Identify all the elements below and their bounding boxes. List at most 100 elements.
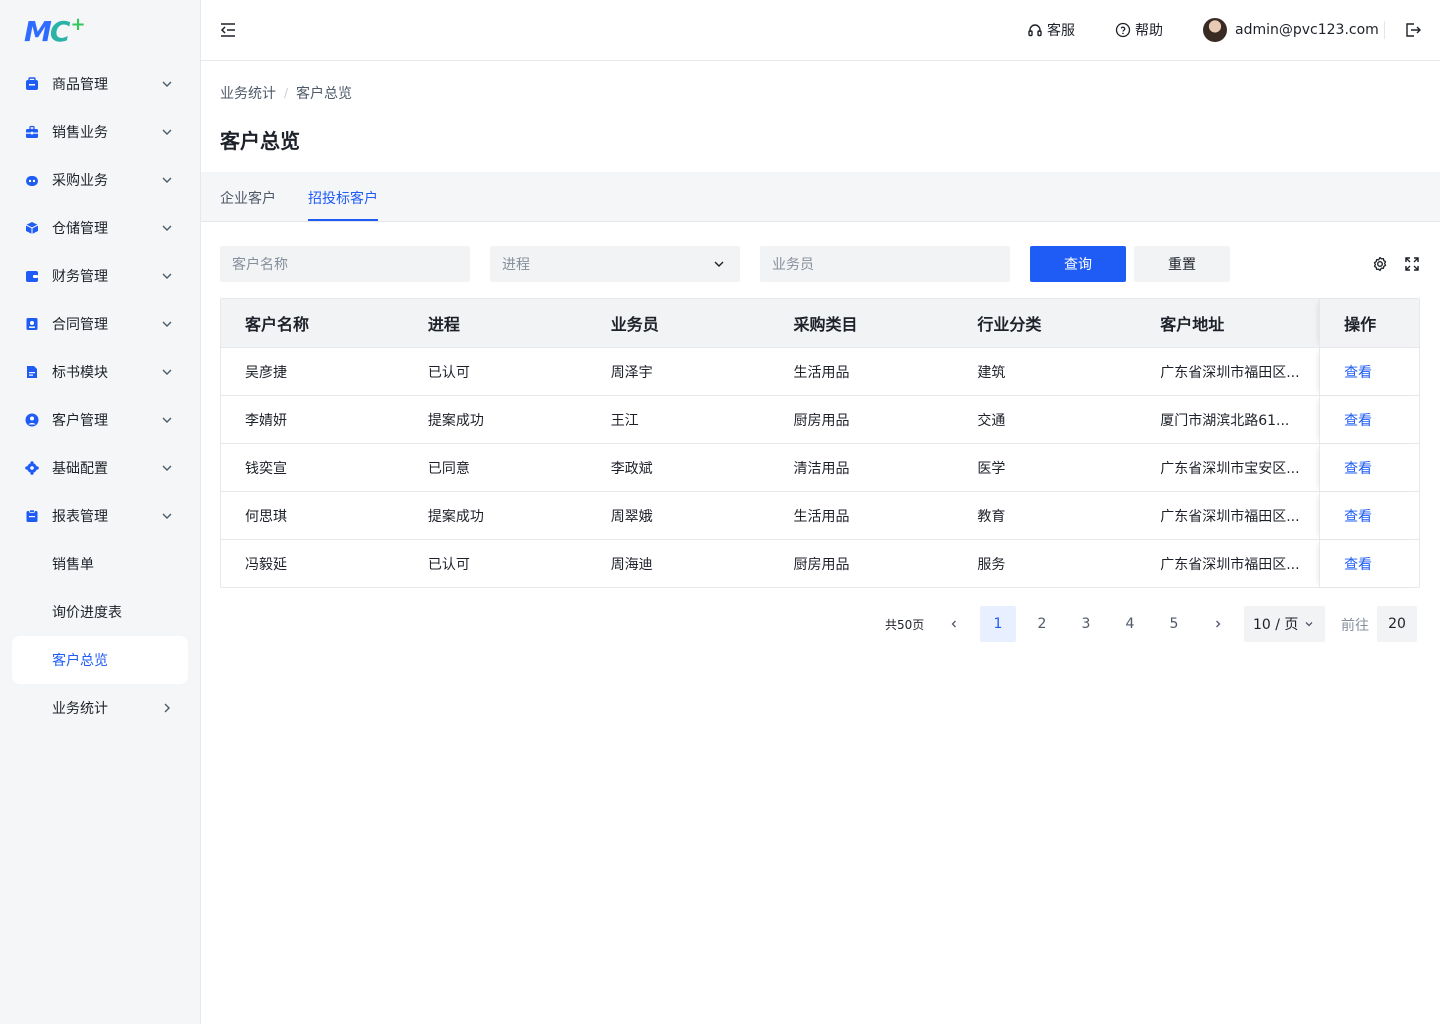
- customer-table: 客户名称 进程 业务员 采购类目 行业分类 客户地址 操作 吴彦捷 已认可 周泽…: [220, 298, 1420, 588]
- column-header: 操作: [1319, 299, 1419, 347]
- view-link[interactable]: 查看: [1344, 554, 1372, 574]
- customer-service-link[interactable]: 客服: [1027, 20, 1075, 40]
- sidebar-item-reports[interactable]: 报表管理: [12, 492, 188, 540]
- cell-address: 广东省深圳市福田区...: [1136, 492, 1319, 539]
- progress-select[interactable]: 进程: [490, 246, 740, 282]
- cell-name: 李婧妍: [245, 412, 287, 429]
- view-link[interactable]: 查看: [1344, 362, 1372, 382]
- cell-industry: 建筑: [977, 364, 1006, 381]
- sidebar-subitem-customer-overview[interactable]: 客户总览: [12, 636, 188, 684]
- customer-name-placeholder: 客户名称: [232, 257, 288, 273]
- cell-address: 厦门市湖滨北路61...: [1136, 396, 1319, 443]
- reset-button[interactable]: 重置: [1134, 246, 1230, 282]
- cell-progress: 提案成功: [427, 412, 484, 429]
- page-button-5[interactable]: 5: [1156, 606, 1192, 642]
- cell-address: 广东省深圳市福田区...: [1136, 540, 1319, 587]
- chevron-left-icon: [951, 620, 956, 628]
- cell-salesperson: 周海迪: [610, 556, 653, 573]
- sidebar-item-sales[interactable]: 销售业务: [12, 108, 188, 156]
- chevron-down-icon: [162, 273, 172, 279]
- sidebar-item-label: 标书模块: [52, 365, 108, 381]
- page-size-select[interactable]: 10 / 页: [1244, 606, 1325, 642]
- address-text: 厦门市湖滨北路61...: [1160, 412, 1290, 429]
- sidebar-subitem-label: 业务统计: [52, 701, 108, 717]
- brand-logo[interactable]: MC +: [24, 13, 86, 48]
- salesperson-input[interactable]: 业务员: [760, 246, 1010, 282]
- contract-icon: [24, 316, 40, 332]
- cell-name: 冯毅延: [245, 556, 287, 573]
- sidebar: MC + 商品管理 销售业务 采购业务 仓储管理 财务管理 合同管理 标书模块 …: [0, 0, 201, 1024]
- query-button[interactable]: 查询: [1030, 246, 1126, 282]
- sidebar-subitem-sales-order[interactable]: 销售单: [12, 540, 188, 588]
- view-link[interactable]: 查看: [1344, 458, 1372, 478]
- page-button-2[interactable]: 2: [1024, 606, 1060, 642]
- avatar: [1203, 18, 1227, 42]
- briefcase-icon: [24, 124, 40, 140]
- sidebar-subitem-business-stats[interactable]: 业务统计: [12, 684, 188, 732]
- cell-action: 查看: [1319, 348, 1419, 395]
- page-button-3[interactable]: 3: [1068, 606, 1104, 642]
- table-header: 客户名称 进程 业务员 采购类目 行业分类 客户地址 操作: [221, 299, 1419, 347]
- column-header: 业务员: [610, 315, 659, 334]
- table-row: 冯毅延 已认可 周海迪 厨房用品 服务 广东省深圳市福田区... 查看: [221, 539, 1419, 587]
- headset-icon: [1028, 24, 1042, 37]
- cell-action: 查看: [1319, 396, 1419, 443]
- sidebar-subitem-label: 客户总览: [52, 653, 108, 669]
- collapse-menu-icon[interactable]: [219, 21, 237, 39]
- breadcrumb-parent[interactable]: 业务统计: [220, 83, 276, 103]
- cell-name: 何思琪: [245, 508, 287, 525]
- logout-icon[interactable]: [1404, 21, 1422, 39]
- settings-icon[interactable]: [1371, 255, 1389, 273]
- customer-name-input[interactable]: 客户名称: [220, 246, 470, 282]
- table-row: 何思琪 提案成功 周翠娥 生活用品 教育 广东省深圳市福田区... 查看: [221, 491, 1419, 539]
- sidebar-item-finance[interactable]: 财务管理: [12, 252, 188, 300]
- sidebar-item-label: 合同管理: [52, 317, 108, 333]
- sidebar-item-label: 采购业务: [52, 173, 108, 189]
- customer-service-label: 客服: [1047, 23, 1075, 39]
- address-text: 广东省深圳市福田区...: [1160, 556, 1300, 573]
- sidebar-item-label: 财务管理: [52, 269, 108, 285]
- sidebar-nav: 商品管理 销售业务 采购业务 仓储管理 财务管理 合同管理 标书模块 客户管理 …: [12, 60, 188, 732]
- chevron-down-icon: [162, 465, 172, 471]
- chevron-down-icon: [714, 261, 724, 267]
- prev-page-button[interactable]: [936, 606, 972, 642]
- tabs-bar: 企业客户 招投标客户: [201, 172, 1440, 222]
- view-link[interactable]: 查看: [1344, 410, 1372, 430]
- logo-plus: +: [70, 13, 86, 35]
- goto-page-input[interactable]: 20: [1377, 606, 1417, 642]
- cell-industry: 交通: [977, 412, 1006, 429]
- sidebar-subitem-inquiry-progress[interactable]: 询价进度表: [12, 588, 188, 636]
- cell-address: 广东省深圳市宝安区...: [1136, 444, 1319, 491]
- view-link[interactable]: 查看: [1344, 506, 1372, 526]
- tab-enterprise-customers[interactable]: 企业客户: [220, 188, 276, 208]
- cell-category: 厨房用品: [793, 556, 850, 573]
- tab-bidding-customers[interactable]: 招投标客户: [308, 188, 378, 208]
- help-icon: [1115, 22, 1131, 38]
- next-page-button[interactable]: [1200, 606, 1236, 642]
- cell-name: 吴彦捷: [245, 364, 287, 381]
- sidebar-item-label: 报表管理: [52, 509, 108, 525]
- sidebar-item-customer[interactable]: 客户管理: [12, 396, 188, 444]
- sidebar-item-goods[interactable]: 商品管理: [12, 60, 188, 108]
- sidebar-item-warehouse[interactable]: 仓储管理: [12, 204, 188, 252]
- sidebar-item-bidding[interactable]: 标书模块: [12, 348, 188, 396]
- fullscreen-icon[interactable]: [1403, 255, 1421, 273]
- table-row: 钱奕宣 已同意 李政斌 清洁用品 医学 广东省深圳市宝安区... 查看: [221, 443, 1419, 491]
- user-menu[interactable]: admin@pvc123.com: [1203, 18, 1379, 42]
- cell-salesperson: 周泽宇: [610, 364, 653, 381]
- page-button-4[interactable]: 4: [1112, 606, 1148, 642]
- cell-industry: 医学: [977, 460, 1006, 477]
- sidebar-item-config[interactable]: 基础配置: [12, 444, 188, 492]
- address-text: 广东省深圳市福田区...: [1160, 508, 1300, 525]
- column-header: 客户名称: [245, 315, 310, 334]
- sidebar-item-purchase[interactable]: 采购业务: [12, 156, 188, 204]
- page-button-1[interactable]: 1: [980, 606, 1016, 642]
- column-header: 进程: [427, 315, 460, 334]
- sidebar-item-label: 商品管理: [52, 77, 108, 93]
- sidebar-item-contract[interactable]: 合同管理: [12, 300, 188, 348]
- sidebar-subitem-label: 询价进度表: [52, 605, 122, 621]
- chevron-down-icon: [162, 417, 172, 423]
- help-link[interactable]: 帮助: [1115, 20, 1163, 40]
- cell-action: 查看: [1319, 540, 1419, 587]
- cell-action: 查看: [1319, 444, 1419, 491]
